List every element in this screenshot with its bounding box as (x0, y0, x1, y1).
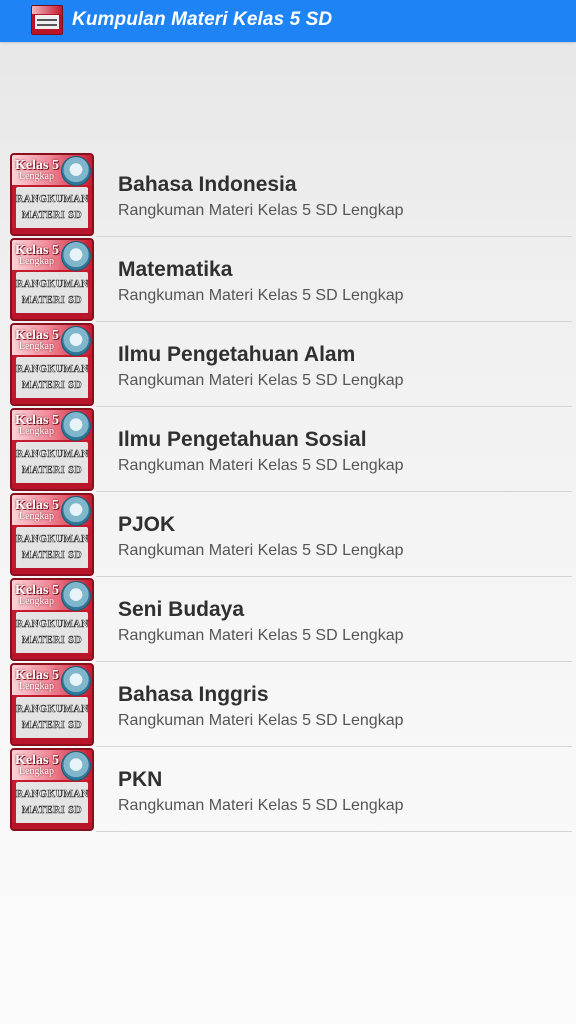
school-badge-icon (61, 581, 91, 611)
item-title: Bahasa Indonesia (118, 173, 297, 196)
subject-list: Kelas 5 Lengkap RANGKUMAN MATERI SD Baha… (0, 152, 576, 832)
list-item-pjok[interactable]: Kelas 5 Lengkap RANGKUMAN MATERI SD PJOK… (0, 492, 576, 577)
app-logo-icon (31, 5, 63, 35)
item-subtitle: Rangkuman Materi Kelas 5 SD Lengkap (118, 287, 404, 304)
list-item-pkn[interactable]: Kelas 5 Lengkap RANGKUMAN MATERI SD PKN … (0, 747, 576, 832)
item-subtitle: Rangkuman Materi Kelas 5 SD Lengkap (118, 797, 404, 814)
book-cover-icon: Kelas 5 Lengkap RANGKUMAN MATERI SD (10, 748, 94, 831)
item-title: Matematika (118, 258, 233, 281)
list-item-matematika[interactable]: Kelas 5 Lengkap RANGKUMAN MATERI SD Mate… (0, 237, 576, 322)
item-subtitle: Rangkuman Materi Kelas 5 SD Lengkap (118, 202, 404, 219)
item-subtitle: Rangkuman Materi Kelas 5 SD Lengkap (118, 712, 404, 729)
item-subtitle: Rangkuman Materi Kelas 5 SD Lengkap (118, 627, 404, 644)
item-title: PKN (118, 768, 163, 791)
divider (96, 831, 572, 832)
list-item-ips[interactable]: Kelas 5 Lengkap RANGKUMAN MATERI SD Ilmu… (0, 407, 576, 492)
app-title: Kumpulan Materi Kelas 5 SD (72, 9, 333, 30)
book-cover-icon: Kelas 5 Lengkap RANGKUMAN MATERI SD (10, 493, 94, 576)
book-cover-icon: Kelas 5 Lengkap RANGKUMAN MATERI SD (10, 663, 94, 746)
school-badge-icon (61, 241, 91, 271)
school-badge-icon (61, 496, 91, 526)
item-title: Ilmu Pengetahuan Alam (118, 343, 356, 366)
school-badge-icon (61, 751, 91, 781)
list-item-seni-budaya[interactable]: Kelas 5 Lengkap RANGKUMAN MATERI SD Seni… (0, 577, 576, 662)
list-item-bahasa-inggris[interactable]: Kelas 5 Lengkap RANGKUMAN MATERI SD Baha… (0, 662, 576, 747)
school-badge-icon (61, 666, 91, 696)
book-cover-icon: Kelas 5 Lengkap RANGKUMAN MATERI SD (10, 238, 94, 321)
school-badge-icon (61, 156, 91, 186)
item-title: PJOK (118, 513, 176, 536)
item-subtitle: Rangkuman Materi Kelas 5 SD Lengkap (118, 542, 404, 559)
book-cover-icon: Kelas 5 Lengkap RANGKUMAN MATERI SD (10, 578, 94, 661)
school-badge-icon (61, 326, 91, 356)
list-item-bahasa-indonesia[interactable]: Kelas 5 Lengkap RANGKUMAN MATERI SD Baha… (0, 152, 576, 237)
list-item-ipa[interactable]: Kelas 5 Lengkap RANGKUMAN MATERI SD Ilmu… (0, 322, 576, 407)
school-badge-icon (61, 411, 91, 441)
item-title: Bahasa Inggris (118, 683, 269, 706)
item-title: Ilmu Pengetahuan Sosial (118, 428, 367, 451)
item-title: Seni Budaya (118, 598, 245, 621)
book-cover-icon: Kelas 5 Lengkap RANGKUMAN MATERI SD (10, 153, 94, 236)
book-cover-icon: Kelas 5 Lengkap RANGKUMAN MATERI SD (10, 323, 94, 406)
app-bar: Kumpulan Materi Kelas 5 SD (0, 0, 576, 42)
item-subtitle: Rangkuman Materi Kelas 5 SD Lengkap (118, 372, 404, 389)
book-cover-icon: Kelas 5 Lengkap RANGKUMAN MATERI SD (10, 408, 94, 491)
item-subtitle: Rangkuman Materi Kelas 5 SD Lengkap (118, 457, 404, 474)
